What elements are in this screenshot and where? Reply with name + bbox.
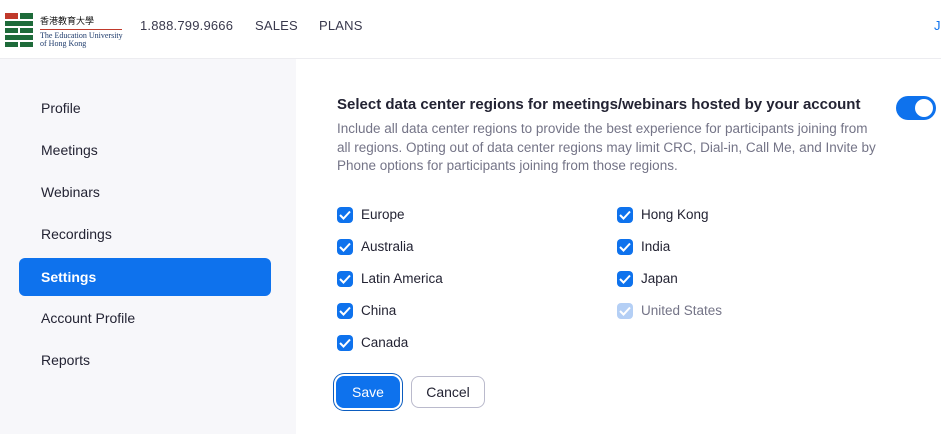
sidebar: Profile Meetings Webinars Recordings Set… — [0, 59, 296, 434]
checkbox-checked-icon — [617, 207, 633, 223]
checkbox-checked-disabled-icon — [617, 303, 633, 319]
checkbox-checked-icon — [337, 303, 353, 319]
sidebar-item-settings[interactable]: Settings — [19, 258, 271, 296]
region-label: Europe — [361, 207, 405, 222]
region-label: Canada — [361, 335, 409, 350]
nav-phone-link[interactable]: 1.888.799.9666 — [140, 18, 233, 33]
region-label: Hong Kong — [641, 207, 709, 222]
region-label: United States — [641, 303, 723, 318]
region-label: Japan — [641, 271, 678, 286]
logo-text-english-line2: of Hong Kong — [40, 39, 87, 48]
sidebar-item-meetings[interactable]: Meetings — [19, 131, 271, 169]
checkbox-checked-icon — [337, 239, 353, 255]
sidebar-item-reports[interactable]: Reports — [19, 341, 271, 379]
eduhk-logo[interactable]: 香港教育大學 The Education University of Hong … — [5, 13, 123, 49]
nav-plans-link[interactable]: PLANS — [319, 18, 363, 33]
nav-sales-link[interactable]: SALES — [255, 18, 298, 33]
save-button[interactable]: Save — [336, 376, 400, 408]
nav-user-menu[interactable]: J — [934, 18, 941, 33]
checkbox-checked-icon — [337, 335, 353, 351]
setting-title: Select data center regions for meetings/… — [337, 96, 861, 113]
sidebar-item-account-profile[interactable]: Account Profile — [19, 299, 271, 337]
checkbox-checked-icon — [337, 271, 353, 287]
region-label: China — [361, 303, 397, 318]
logo-divider — [40, 29, 122, 30]
checkbox-checked-icon — [617, 271, 633, 287]
setting-description: Include all data center regions to provi… — [337, 121, 876, 173]
eduhk-logo-mark-icon — [5, 13, 33, 47]
region-label: Australia — [361, 239, 414, 254]
sidebar-item-recordings[interactable]: Recordings — [19, 215, 271, 253]
cancel-button[interactable]: Cancel — [411, 376, 485, 408]
sidebar-item-profile[interactable]: Profile — [19, 89, 271, 127]
sidebar-item-webinars[interactable]: Webinars — [19, 173, 271, 211]
logo-text-chinese: 香港教育大學 — [40, 17, 95, 27]
checkbox-checked-icon — [617, 239, 633, 255]
settings-panel: Select data center regions for meetings/… — [296, 59, 941, 434]
region-label: India — [641, 239, 671, 254]
top-bar: 香港教育大學 The Education University of Hong … — [0, 0, 941, 59]
toggle-knob — [915, 99, 933, 117]
data-center-regions-toggle[interactable] — [896, 96, 936, 120]
checkbox-checked-icon — [337, 207, 353, 223]
region-label: Latin America — [361, 271, 443, 286]
